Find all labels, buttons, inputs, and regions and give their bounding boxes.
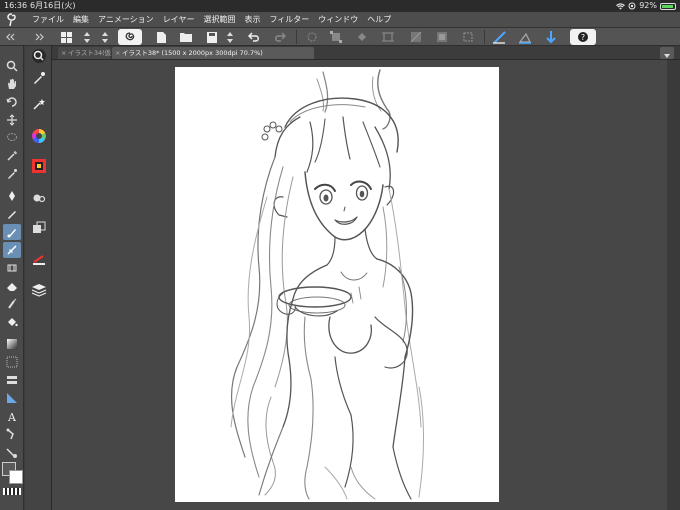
tool-property-icon[interactable] xyxy=(29,94,49,114)
undo-icon[interactable] xyxy=(246,29,262,45)
rotate-tool-icon[interactable] xyxy=(3,94,21,110)
color-set-icon[interactable] xyxy=(29,156,49,176)
menu-layer[interactable]: レイヤー xyxy=(163,12,195,28)
navigator-icon[interactable] xyxy=(29,188,49,208)
open-folder-icon[interactable] xyxy=(178,29,194,45)
eraser-tool-icon[interactable] xyxy=(3,278,21,294)
svg-text:?: ? xyxy=(581,33,585,42)
tab-menu-button[interactable] xyxy=(660,47,674,59)
pen-tool-icon[interactable] xyxy=(3,188,21,204)
wifi-icon xyxy=(616,2,626,10)
ruler-tool-icon[interactable] xyxy=(3,390,21,406)
menu-file[interactable]: ファイル xyxy=(32,12,64,28)
menu-edit[interactable]: 編集 xyxy=(73,12,89,28)
canvas-paper[interactable] xyxy=(175,67,499,502)
erase-outside-icon[interactable] xyxy=(408,29,424,45)
document-tab-bar: × イラスト34(仮 × イラスト38* (1500 x 2000px 300d… xyxy=(52,46,680,60)
status-right: 92% xyxy=(616,0,676,12)
search-icon[interactable] xyxy=(29,46,49,66)
fill-tool-icon[interactable] xyxy=(3,314,21,330)
correct-line-tool-icon[interactable] xyxy=(3,444,21,460)
status-date: 6月16日(火) xyxy=(30,1,76,10)
close-tab-icon[interactable]: × xyxy=(115,47,120,59)
command-bar: ? xyxy=(0,28,680,46)
subtool-panel-icon[interactable] xyxy=(29,68,49,88)
new-file-icon[interactable] xyxy=(154,29,168,45)
clear-selection-icon[interactable] xyxy=(304,29,320,45)
hand-tool-icon[interactable] xyxy=(3,76,21,92)
figure-tool-icon[interactable] xyxy=(3,354,21,370)
menu-window[interactable]: ウィンドウ xyxy=(318,12,358,28)
battery-icon xyxy=(660,3,676,10)
menu-help[interactable]: ヘルプ xyxy=(367,12,391,28)
special-ruler-snap-icon[interactable] xyxy=(516,29,534,45)
zoom-tool-icon[interactable] xyxy=(3,58,21,74)
command-bar-scroll-icon-3[interactable] xyxy=(223,29,237,45)
balloon-tool-icon[interactable] xyxy=(3,426,21,442)
airbrush-tool-icon[interactable] xyxy=(3,242,21,258)
command-bar-scroll-icon[interactable] xyxy=(80,29,94,45)
menu-items: ファイル 編集 アニメーション レイヤー 選択範囲 表示 フィルター ウィンドウ… xyxy=(32,12,400,28)
app-window: { "status_bar": { "time": "16:36", "date… xyxy=(0,0,680,510)
sub-color-swatch[interactable] xyxy=(9,470,23,484)
status-time: 16:36 xyxy=(4,1,28,10)
sub-view-icon[interactable] xyxy=(29,218,49,238)
grid-snap-icon[interactable] xyxy=(542,29,560,45)
save-icon[interactable] xyxy=(205,29,219,45)
eyedropper-icon[interactable] xyxy=(3,166,21,182)
lasso-select-icon[interactable] xyxy=(3,130,21,146)
crop-icon[interactable] xyxy=(380,29,396,45)
menu-animation[interactable]: アニメーション xyxy=(98,12,154,28)
help-button[interactable]: ? xyxy=(570,29,596,45)
ruler-snap-icon[interactable] xyxy=(490,29,508,45)
subtool-column xyxy=(25,46,51,510)
blend-tool-icon[interactable] xyxy=(3,296,21,312)
battery-percent: 92% xyxy=(639,1,657,10)
decoration-tool-icon[interactable] xyxy=(3,260,21,276)
redo-icon[interactable] xyxy=(272,29,288,45)
layout-grid-icon[interactable] xyxy=(58,29,74,45)
show-selection-icon[interactable] xyxy=(434,29,450,45)
layer-panel-icon[interactable] xyxy=(29,280,49,300)
tab-illust38[interactable]: × イラスト38* (1500 x 2000px 300dpi 70.7%) xyxy=(112,47,314,59)
color-wheel-icon[interactable] xyxy=(29,126,49,146)
menu-bar: ファイル 編集 アニメーション レイヤー 選択範囲 表示 フィルター ウィンドウ… xyxy=(0,12,680,28)
transform-icon[interactable] xyxy=(328,29,344,45)
clip-studio-button[interactable] xyxy=(118,29,142,45)
transparent-color-swatch[interactable] xyxy=(3,488,21,495)
menu-filter[interactable]: フィルター xyxy=(269,12,309,28)
panel-collapse-right-icon[interactable] xyxy=(34,29,46,45)
orientation-lock-icon xyxy=(628,2,636,10)
menu-selection[interactable]: 選択範囲 xyxy=(203,12,235,28)
close-tab-icon[interactable]: × xyxy=(61,47,66,59)
pencil-tool-icon[interactable] xyxy=(3,206,21,222)
brush-tool-icon[interactable] xyxy=(3,224,21,240)
tab-illust34[interactable]: × イラスト34(仮 xyxy=(58,47,112,59)
command-bar-scroll-icon-2[interactable] xyxy=(98,29,112,45)
frame-border-icon[interactable] xyxy=(3,372,21,388)
auto-select-icon[interactable] xyxy=(3,148,21,164)
svg-text:A: A xyxy=(7,411,17,422)
text-tool-icon[interactable]: A xyxy=(3,408,21,424)
ios-status-bar: 16:36 6月16日(火) 92% xyxy=(0,0,680,12)
move-layer-icon[interactable] xyxy=(3,112,21,128)
fill-selection-icon[interactable] xyxy=(354,29,370,45)
clip-studio-logo-icon[interactable] xyxy=(6,13,18,27)
selection-border-icon[interactable] xyxy=(460,29,476,45)
tab-label: イラスト34(仮 xyxy=(68,49,112,57)
right-panel-edge xyxy=(667,60,680,510)
gradient-tool-icon[interactable] xyxy=(3,336,21,352)
panel-collapse-left-icon[interactable] xyxy=(4,29,16,45)
tab-label: イラスト38* (1500 x 2000px 300dpi 70.7%) xyxy=(122,49,263,57)
menu-view[interactable]: 表示 xyxy=(244,12,260,28)
layer-property-icon[interactable] xyxy=(29,250,49,270)
sketch-drawing xyxy=(230,69,424,500)
